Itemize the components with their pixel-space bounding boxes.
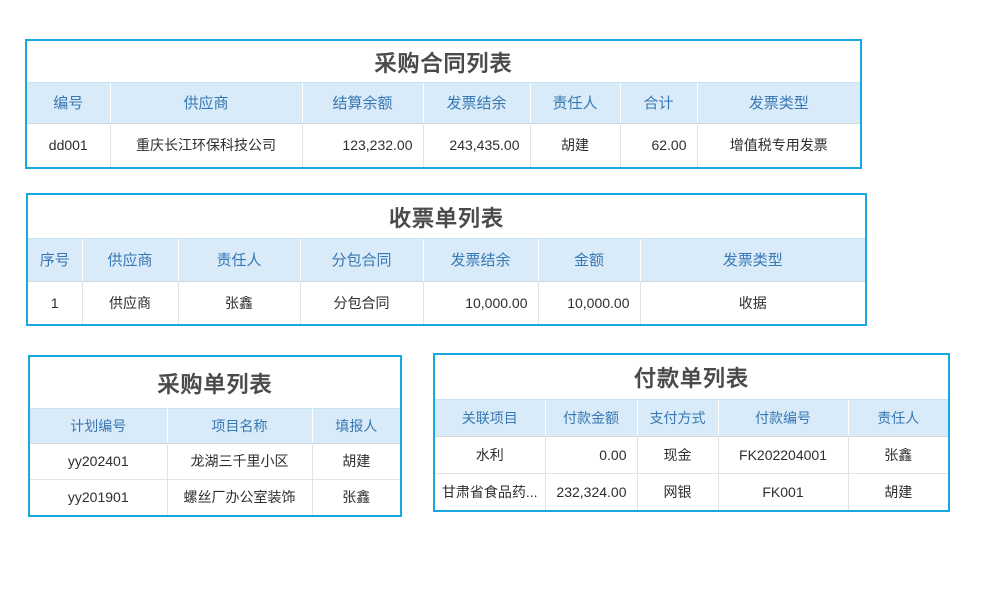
cell-payment-amount: 0.00 [545, 436, 637, 473]
cell-payment-amount: 232,324.00 [545, 473, 637, 510]
header-row: 计划编号 项目名称 填报人 [30, 409, 400, 443]
header-row: 序号 供应商 责任人 分包合同 发票结余 金额 发票类型 [28, 239, 865, 281]
col-seq: 序号 [28, 239, 82, 281]
col-invoice-type: 发票类型 [697, 83, 860, 123]
col-responsible: 责任人 [848, 400, 948, 436]
col-plan-number: 计划编号 [30, 409, 167, 443]
col-number: 编号 [27, 83, 110, 123]
col-payment-method: 支付方式 [637, 400, 718, 436]
header-row: 编号 供应商 结算余额 发票结余 责任人 合计 发票类型 [27, 83, 860, 123]
payment-list-title: 付款单列表 [435, 355, 948, 400]
cell-project-name: 螺丝厂办公室装饰 [167, 479, 312, 515]
header-row: 关联项目 付款金额 支付方式 付款编号 责任人 [435, 400, 948, 436]
cell-supplier: 供应商 [82, 281, 178, 324]
col-payment-number: 付款编号 [718, 400, 848, 436]
table-row[interactable]: 甘肃省食品药... 232,324.00 网银 FK001 胡建 [435, 473, 948, 510]
cell-invoice-type: 增值税专用发票 [697, 123, 860, 167]
col-subcontract: 分包合同 [300, 239, 423, 281]
cell-invoice-type: 收据 [640, 281, 865, 324]
table-row[interactable]: 1 供应商 张鑫 分包合同 10,000.00 10,000.00 收据 [28, 281, 865, 324]
col-amount: 金额 [538, 239, 640, 281]
cell-seq: 1 [28, 281, 82, 324]
cell-invoice-balance: 10,000.00 [423, 281, 538, 324]
receipt-list-title: 收票单列表 [28, 195, 865, 239]
cell-responsible: 胡建 [530, 123, 620, 167]
table-row[interactable]: yy201901 螺丝厂办公室装饰 张鑫 [30, 479, 400, 515]
col-related-project: 关联项目 [435, 400, 545, 436]
col-settlement-balance: 结算余额 [302, 83, 423, 123]
purchase-order-table: 采购单列表 计划编号 项目名称 填报人 yy202401 龙湖三千里小区 胡建 [28, 355, 402, 517]
cell-plan-number: yy202401 [30, 443, 167, 479]
cell-amount: 10,000.00 [538, 281, 640, 324]
cell-payment-number: FK202204001 [718, 436, 848, 473]
col-invoice-type: 发票类型 [640, 239, 865, 281]
col-payment-amount: 付款金额 [545, 400, 637, 436]
col-invoice-balance: 发票结余 [423, 239, 538, 281]
cell-payment-method: 网银 [637, 473, 718, 510]
col-filler: 填报人 [312, 409, 400, 443]
payment-list-table: 付款单列表 关联项目 付款金额 支付方式 付款编号 责任人 水利 0.00 [433, 353, 950, 512]
cell-plan-number: yy201901 [30, 479, 167, 515]
col-responsible: 责任人 [530, 83, 620, 123]
cell-responsible: 张鑫 [848, 436, 948, 473]
cell-supplier: 重庆长江环保科技公司 [110, 123, 302, 167]
cell-project-name: 龙湖三千里小区 [167, 443, 312, 479]
purchase-contract-table: 采购合同列表 编号 供应商 结算余额 发票结余 责任人 合计 发票类型 [25, 39, 862, 169]
cell-filler: 张鑫 [312, 479, 400, 515]
purchase-order-title: 采购单列表 [30, 357, 400, 409]
col-supplier: 供应商 [82, 239, 178, 281]
cell-subcontract: 分包合同 [300, 281, 423, 324]
col-responsible: 责任人 [178, 239, 300, 281]
table-row[interactable]: 水利 0.00 现金 FK202204001 张鑫 [435, 436, 948, 473]
dashboard-screen: 采购合同列表 编号 供应商 结算余额 发票结余 责任人 合计 发票类型 [0, 0, 1000, 600]
cell-total: 62.00 [620, 123, 697, 167]
receipt-list-table: 收票单列表 序号 供应商 责任人 分包合同 发票结余 金额 发票类型 [26, 193, 867, 326]
cell-related-project: 水利 [435, 436, 545, 473]
cell-related-project: 甘肃省食品药... [435, 473, 545, 510]
cell-filler: 胡建 [312, 443, 400, 479]
cell-payment-method: 现金 [637, 436, 718, 473]
col-invoice-balance: 发票结余 [423, 83, 530, 123]
col-total: 合计 [620, 83, 697, 123]
cell-payment-number: FK001 [718, 473, 848, 510]
cell-number: dd001 [27, 123, 110, 167]
cell-responsible: 胡建 [848, 473, 948, 510]
table-row[interactable]: dd001 重庆长江环保科技公司 123,232.00 243,435.00 胡… [27, 123, 860, 167]
cell-responsible: 张鑫 [178, 281, 300, 324]
col-supplier: 供应商 [110, 83, 302, 123]
col-project-name: 项目名称 [167, 409, 312, 443]
purchase-contract-title: 采购合同列表 [27, 41, 860, 83]
table-row[interactable]: yy202401 龙湖三千里小区 胡建 [30, 443, 400, 479]
cell-settlement-balance: 123,232.00 [302, 123, 423, 167]
cell-invoice-balance: 243,435.00 [423, 123, 530, 167]
